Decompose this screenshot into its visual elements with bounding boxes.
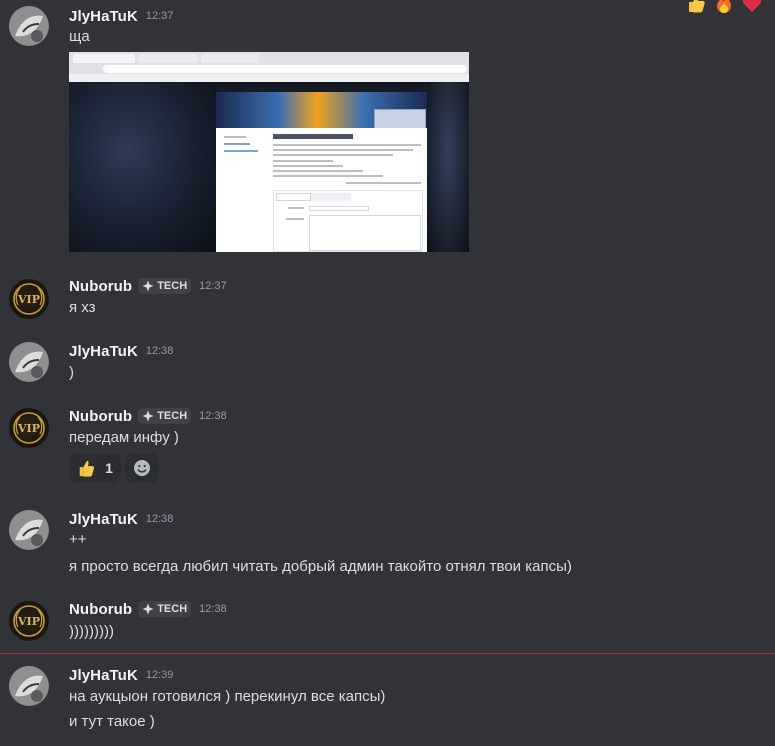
- thumbs-up-emoji[interactable]: [685, 0, 707, 14]
- role-tag-label: TECH: [157, 603, 188, 615]
- message-text: и тут такое ): [69, 713, 155, 730]
- timestamp: 12:37: [199, 280, 227, 292]
- author-name[interactable]: JlyHaTuK: [69, 667, 138, 684]
- smile-icon: [134, 460, 150, 476]
- form-tab: [311, 193, 351, 201]
- screenshot-attachment[interactable]: [69, 52, 469, 252]
- vip-badge-avatar[interactable]: VIP: [9, 408, 49, 448]
- message-text: передам инфу ): [69, 429, 179, 446]
- message-text: я хз: [69, 299, 96, 316]
- author-name[interactable]: JlyHaTuK: [69, 343, 138, 360]
- previous-message-reactions: [685, 0, 763, 14]
- form-textarea: [309, 215, 421, 251]
- user-avatar[interactable]: [9, 510, 49, 550]
- timestamp: 12:38: [145, 513, 174, 525]
- user-avatar[interactable]: [9, 342, 49, 382]
- timestamp: 12:38: [199, 410, 227, 422]
- svg-text:VIP: VIP: [17, 615, 40, 628]
- page-heading: [273, 134, 353, 139]
- role-tag-label: TECH: [157, 410, 188, 422]
- role-tag[interactable]: TECH: [138, 601, 192, 617]
- reaction-thumbs-up[interactable]: 1: [69, 453, 121, 483]
- crosshair-icon: [142, 280, 154, 292]
- browser-popup: [374, 109, 426, 130]
- message-text: на аукцыон готовился ) перекинул все кап…: [69, 688, 386, 705]
- heart-emoji[interactable]: [741, 0, 763, 14]
- support-page: [216, 128, 427, 252]
- timestamp: 12:37: [145, 10, 174, 22]
- vip-badge-avatar[interactable]: VIP: [9, 279, 49, 319]
- browser-address-bar: [103, 65, 467, 73]
- fire-emoji[interactable]: [713, 0, 735, 14]
- svg-text:VIP: VIP: [17, 422, 40, 435]
- message-text: я просто всегда любил читать добрый адми…: [69, 558, 572, 575]
- message-text: ща: [69, 28, 90, 45]
- vip-badge-avatar[interactable]: VIP: [9, 601, 49, 641]
- new-messages-divider: [0, 653, 775, 654]
- message-text: ): [69, 364, 74, 381]
- reaction-count: 1: [105, 460, 113, 476]
- svg-text:VIP: VIP: [17, 293, 40, 306]
- message-text: ))))))))): [69, 623, 114, 640]
- author-name[interactable]: Nuborub: [69, 601, 132, 618]
- form-input: [309, 206, 369, 211]
- form-tab: [276, 193, 311, 201]
- page-background-left: [69, 82, 216, 252]
- timestamp: 12:39: [145, 669, 174, 681]
- role-tag-label: TECH: [157, 280, 188, 292]
- role-tag[interactable]: TECH: [138, 278, 192, 294]
- crosshair-icon: [142, 410, 154, 422]
- role-tag[interactable]: TECH: [138, 408, 192, 424]
- timestamp: 12:38: [199, 603, 227, 615]
- site-navigation: [216, 82, 427, 92]
- author-name[interactable]: Nuborub: [69, 408, 132, 425]
- author-name[interactable]: Nuborub: [69, 278, 132, 295]
- timestamp: 12:38: [145, 345, 174, 357]
- thumbs-up-icon: [79, 460, 95, 477]
- add-reaction-button[interactable]: [125, 453, 159, 483]
- page-background-right: [427, 82, 469, 252]
- author-name[interactable]: JlyHaTuK: [69, 511, 138, 528]
- browser-bookmarks-bar: [69, 74, 469, 82]
- message-text: ++: [69, 531, 87, 548]
- user-avatar[interactable]: [9, 6, 49, 46]
- author-name[interactable]: JlyHaTuK: [69, 8, 138, 25]
- crosshair-icon: [142, 603, 154, 615]
- user-avatar[interactable]: [9, 666, 49, 706]
